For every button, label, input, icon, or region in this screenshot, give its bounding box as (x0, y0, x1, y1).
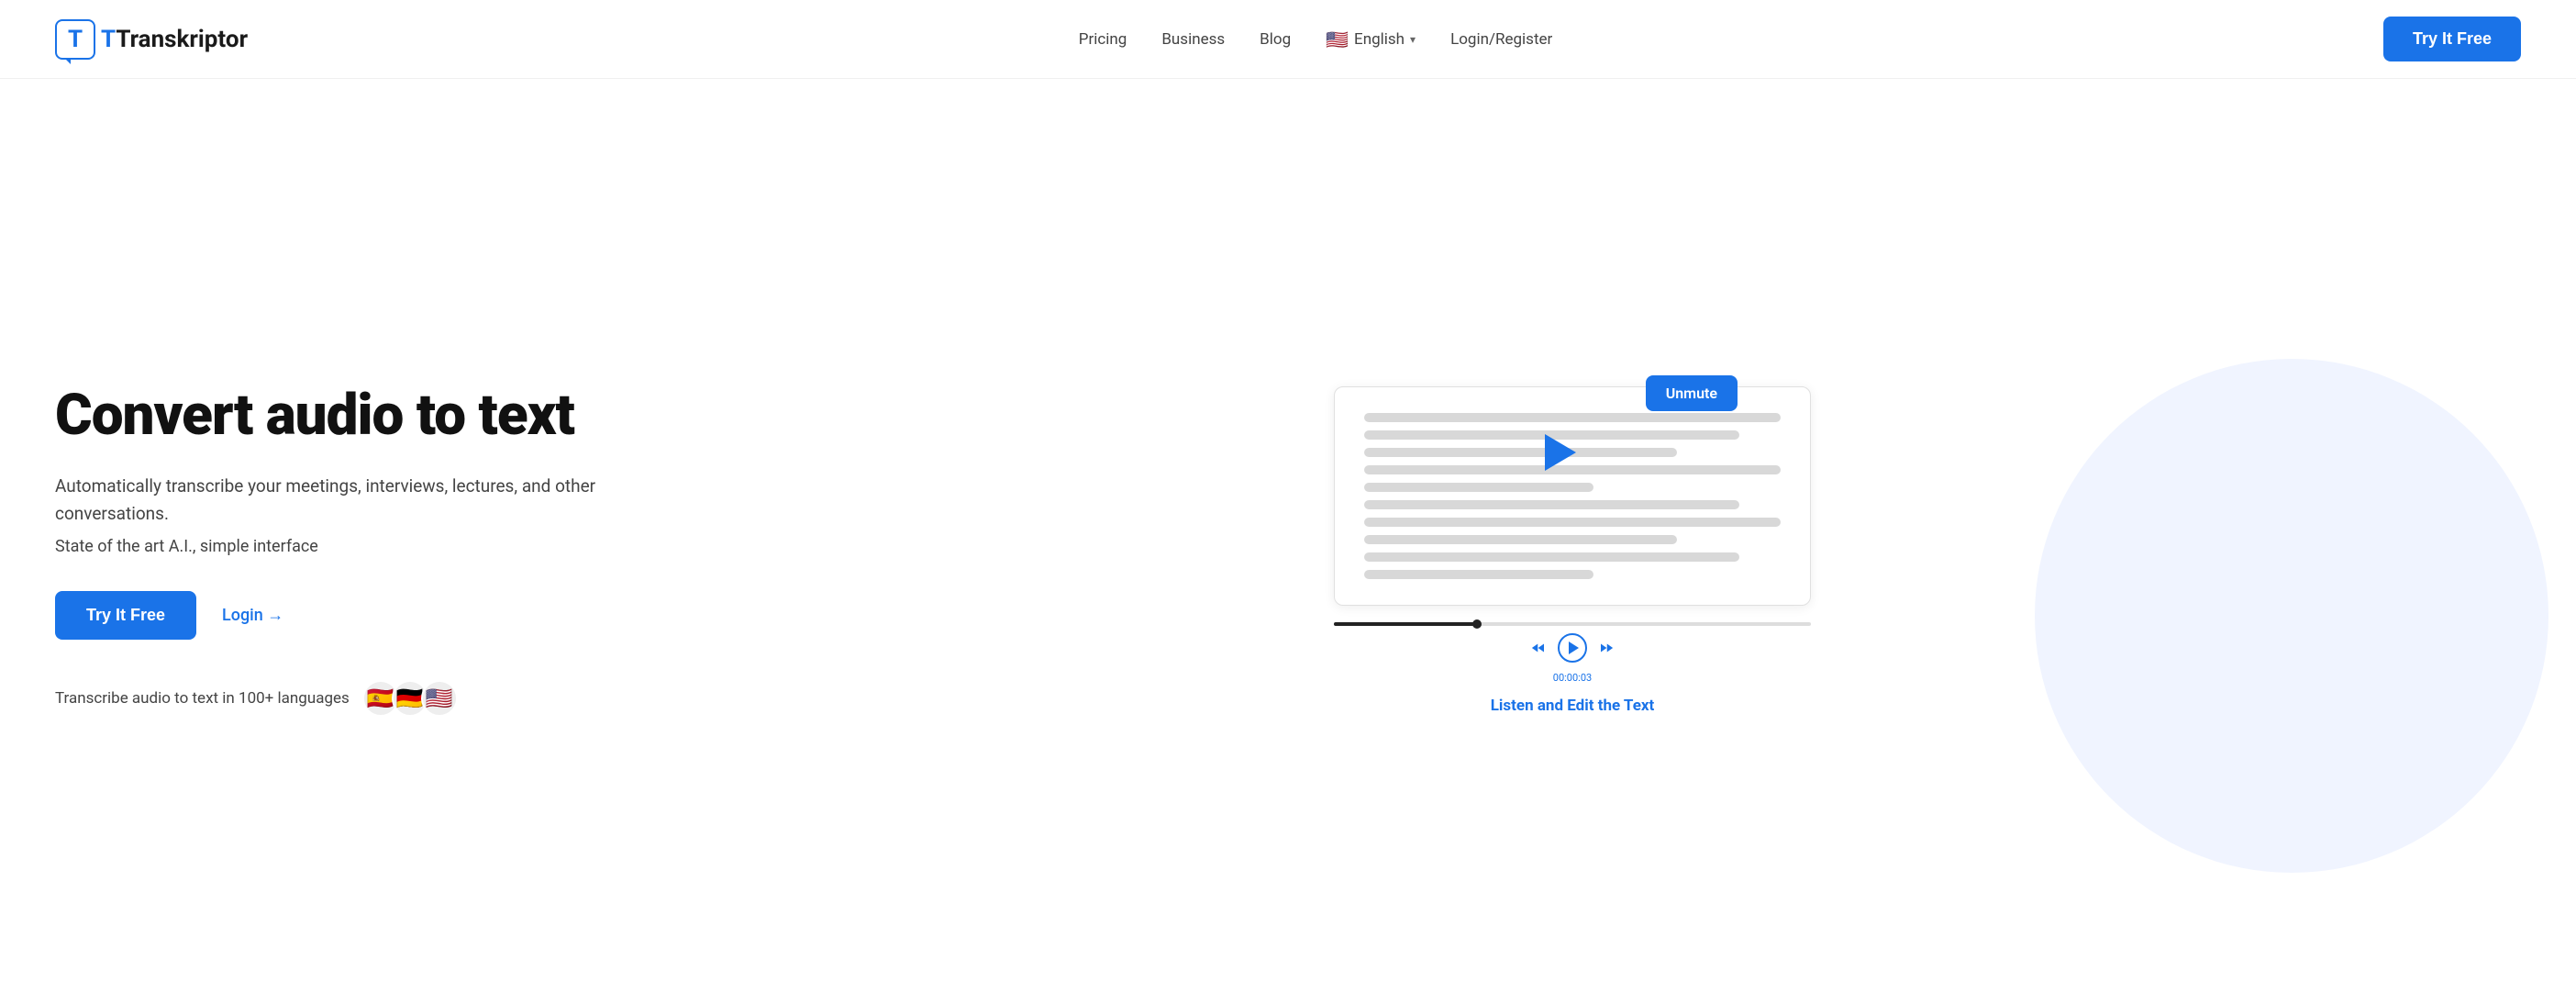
hero-title: Convert audio to text (55, 385, 624, 447)
play-cursor (1545, 434, 1576, 471)
header-try-free-button[interactable]: Try It Free (2383, 17, 2521, 61)
chevron-down-icon: ▾ (1410, 33, 1416, 46)
time-label: 00:00:03 (1553, 672, 1592, 684)
flag-us-icon: 🇺🇸 (1326, 28, 1349, 50)
player-controls (1530, 633, 1615, 663)
hero-try-free-button[interactable]: Try It Free (55, 591, 196, 640)
text-line-7 (1364, 518, 1781, 527)
text-line-1 (1364, 413, 1781, 422)
hero-right: Unmute (624, 386, 2521, 715)
logo-text: TTranskriptor (101, 26, 248, 53)
logo-letter: T (68, 28, 83, 51)
nav-login-register[interactable]: Login/Register (1450, 30, 1552, 49)
text-line-8 (1364, 535, 1677, 544)
text-line-9 (1364, 552, 1739, 562)
unmute-badge[interactable]: Unmute (1646, 375, 1738, 411)
forward-button[interactable] (1598, 640, 1615, 656)
nav-business[interactable]: Business (1161, 30, 1225, 49)
track-bar[interactable] (1334, 622, 1811, 626)
logo-icon: T (55, 19, 95, 60)
hero-login-link[interactable]: Login → (222, 606, 283, 625)
text-lines (1364, 413, 1781, 579)
language-selector[interactable]: 🇺🇸 English ▾ (1326, 28, 1416, 50)
hero-languages: Transcribe audio to text in 100+ languag… (55, 680, 624, 717)
flag-circles: 🇪🇸 🇩🇪 🇺🇸 (362, 680, 458, 717)
text-line-3 (1364, 448, 1677, 457)
illustration-container: Unmute (1334, 386, 1811, 715)
hero-cta-group: Try It Free Login → (55, 591, 624, 640)
languages-label: Transcribe audio to text in 100+ languag… (55, 689, 350, 708)
nav-blog[interactable]: Blog (1260, 30, 1291, 49)
audio-player: 00:00:03 (1334, 622, 1811, 684)
hero-left: Convert audio to text Automatically tran… (55, 385, 624, 718)
play-icon (1569, 641, 1579, 654)
forward-icon (1598, 640, 1615, 656)
document-card (1334, 386, 1811, 606)
header: T TTranskriptor Pricing Business Blog 🇺🇸… (0, 0, 2576, 79)
hero-tagline: State of the art A.I., simple interface (55, 537, 624, 556)
main-nav: Pricing Business Blog 🇺🇸 English ▾ Login… (1079, 28, 1553, 50)
hero-subtitle: Automatically transcribe your meetings, … (55, 473, 624, 529)
rewind-button[interactable] (1530, 640, 1547, 656)
hero-section: Convert audio to text Automatically tran… (0, 79, 2576, 1004)
track-progress (1334, 622, 1477, 626)
background-blob (2035, 359, 2548, 873)
audio-track (1334, 622, 1811, 626)
listen-edit-label[interactable]: Listen and Edit the Text (1334, 697, 1811, 715)
flag-usa: 🇺🇸 (421, 680, 458, 717)
language-label: English (1354, 30, 1405, 49)
nav-pricing[interactable]: Pricing (1079, 30, 1127, 49)
text-line-5 (1364, 483, 1593, 492)
play-triangle-icon (1545, 434, 1576, 471)
logo[interactable]: T TTranskriptor (55, 19, 248, 60)
text-line-10 (1364, 570, 1593, 579)
play-button[interactable] (1558, 633, 1587, 663)
text-line-6 (1364, 500, 1739, 509)
rewind-icon (1530, 640, 1547, 656)
track-dot (1472, 619, 1482, 629)
